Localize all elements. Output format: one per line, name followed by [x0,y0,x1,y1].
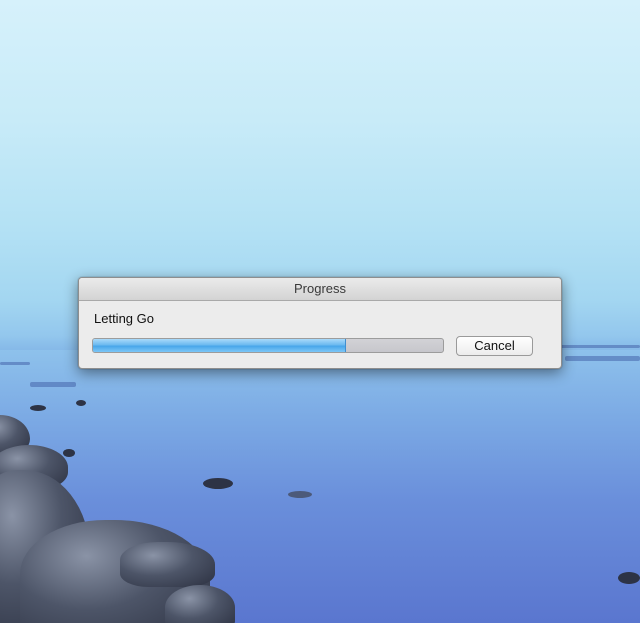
wallpaper-water-streak [565,356,640,361]
wallpaper-pebble [288,491,312,498]
progress-dialog: Progress Letting Go Cancel [78,277,562,369]
dialog-title: Progress [293,281,347,296]
wallpaper-pebble [76,400,86,406]
cancel-button[interactable]: Cancel [456,336,533,356]
wallpaper-pebble [618,572,640,584]
wallpaper-pebble [203,478,233,489]
wallpaper-rock [120,542,215,587]
wallpaper-pebble [63,449,75,457]
wallpaper-water-streak [560,345,640,348]
wallpaper-water-streak [30,382,76,387]
dialog-titlebar[interactable]: Progress [79,278,561,301]
wallpaper-rock [165,585,235,623]
progress-bar [92,338,444,353]
progress-bar-fill [93,339,346,352]
progress-message: Letting Go [94,311,154,326]
wallpaper-water-streak [0,362,30,365]
wallpaper-pebble [30,405,46,411]
